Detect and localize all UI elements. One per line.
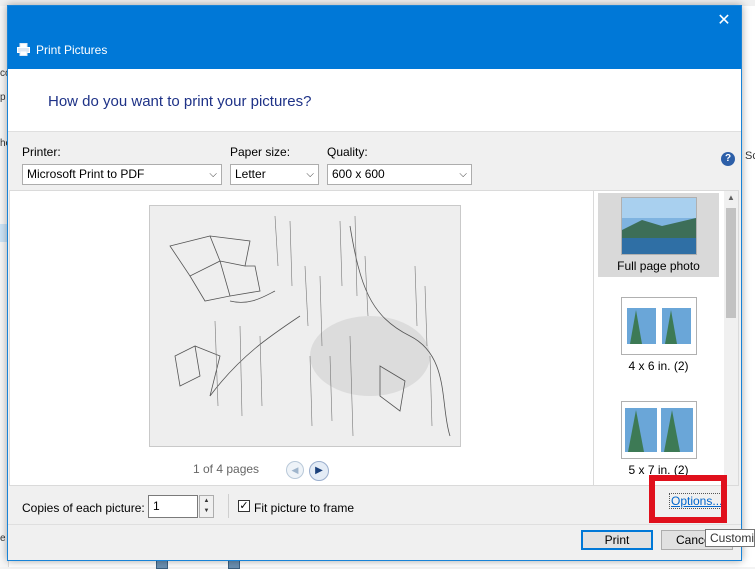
chevron-left-icon: ◀ xyxy=(291,465,299,475)
fit-picture-label: Fit picture to frame xyxy=(254,501,355,515)
two-photos-icon xyxy=(620,401,697,459)
layout-item-5x7[interactable]: 5 x 7 in. (2) xyxy=(598,399,719,483)
tooltip: Customi xyxy=(705,529,755,547)
dialog-question: How do you want to print your pictures? xyxy=(48,93,312,110)
dialog-titlebar: ✕ Print Pictures xyxy=(8,6,741,69)
preview-panel: 1 of 4 pages ◀ ▶ xyxy=(9,190,595,486)
layout-list: Full page photo 4 x 6 in. (2) 5 x 7 in. … xyxy=(593,190,739,486)
close-button[interactable]: ✕ xyxy=(713,10,735,32)
copies-label: Copies of each picture: xyxy=(22,501,145,515)
two-photos-icon xyxy=(620,297,697,355)
layout-label: Full page photo xyxy=(617,259,700,273)
printer-select[interactable]: Microsoft Print to PDF ⌵ xyxy=(22,164,222,185)
layout-item-4x6[interactable]: 4 x 6 in. (2) xyxy=(598,295,719,379)
paper-size-select[interactable]: Letter ⌵ xyxy=(230,164,319,185)
previous-page-button[interactable]: ◀ xyxy=(286,461,304,479)
copies-input[interactable]: 1 xyxy=(148,495,198,518)
background-right-pane xyxy=(740,6,755,567)
next-page-button[interactable]: ▶ xyxy=(309,461,329,481)
help-icon[interactable]: ? xyxy=(721,152,735,166)
page-counter: 1 of 4 pages xyxy=(193,462,260,476)
chevron-down-icon[interactable]: ▼ xyxy=(200,506,213,516)
divider xyxy=(228,494,229,518)
highlight-annotation xyxy=(649,475,727,523)
quality-label: Quality: xyxy=(327,145,368,159)
chevron-right-icon: ▶ xyxy=(315,465,323,476)
dialog-content: Printer: Microsoft Print to PDF ⌵ Paper … xyxy=(8,132,741,560)
printer-select-value: Microsoft Print to PDF xyxy=(27,167,145,181)
chevron-up-icon[interactable]: ▲ xyxy=(200,496,213,506)
printer-icon xyxy=(17,43,30,56)
close-icon: ✕ xyxy=(717,12,731,29)
copies-stepper[interactable]: ▲ ▼ xyxy=(199,495,214,518)
handwritten-notes-preview xyxy=(150,206,460,446)
landscape-photo-icon xyxy=(620,197,697,255)
preview-image xyxy=(149,205,461,447)
layout-item-full-page-photo[interactable]: Full page photo xyxy=(598,193,719,277)
layout-scrollbar[interactable]: ▲ xyxy=(724,191,738,485)
printer-label: Printer: xyxy=(22,145,61,159)
chevron-down-icon: ⌵ xyxy=(209,169,217,180)
scroll-up-icon[interactable]: ▲ xyxy=(724,191,738,205)
paper-size-label: Paper size: xyxy=(230,145,291,159)
fit-picture-checkbox[interactable]: ✓ xyxy=(238,500,250,512)
layout-label: 4 x 6 in. (2) xyxy=(628,359,689,373)
options-row: Copies of each picture: 1 ▲ ▼ ✓ Fit pict… xyxy=(8,488,741,525)
print-button[interactable]: Print xyxy=(581,530,653,550)
print-pictures-dialog: ✕ Print Pictures How do you want to prin… xyxy=(7,5,742,561)
dialog-header: How do you want to print your pictures? xyxy=(8,69,741,132)
scroll-thumb[interactable] xyxy=(726,208,736,318)
chevron-down-icon: ⌵ xyxy=(459,169,467,180)
background-right-text: Sc xyxy=(745,150,755,162)
chevron-down-icon: ⌵ xyxy=(306,169,314,180)
quality-select-value: 600 x 600 xyxy=(332,167,385,181)
dialog-title: Print Pictures xyxy=(36,43,108,57)
paper-size-select-value: Letter xyxy=(235,167,266,181)
quality-select[interactable]: 600 x 600 ⌵ xyxy=(327,164,472,185)
